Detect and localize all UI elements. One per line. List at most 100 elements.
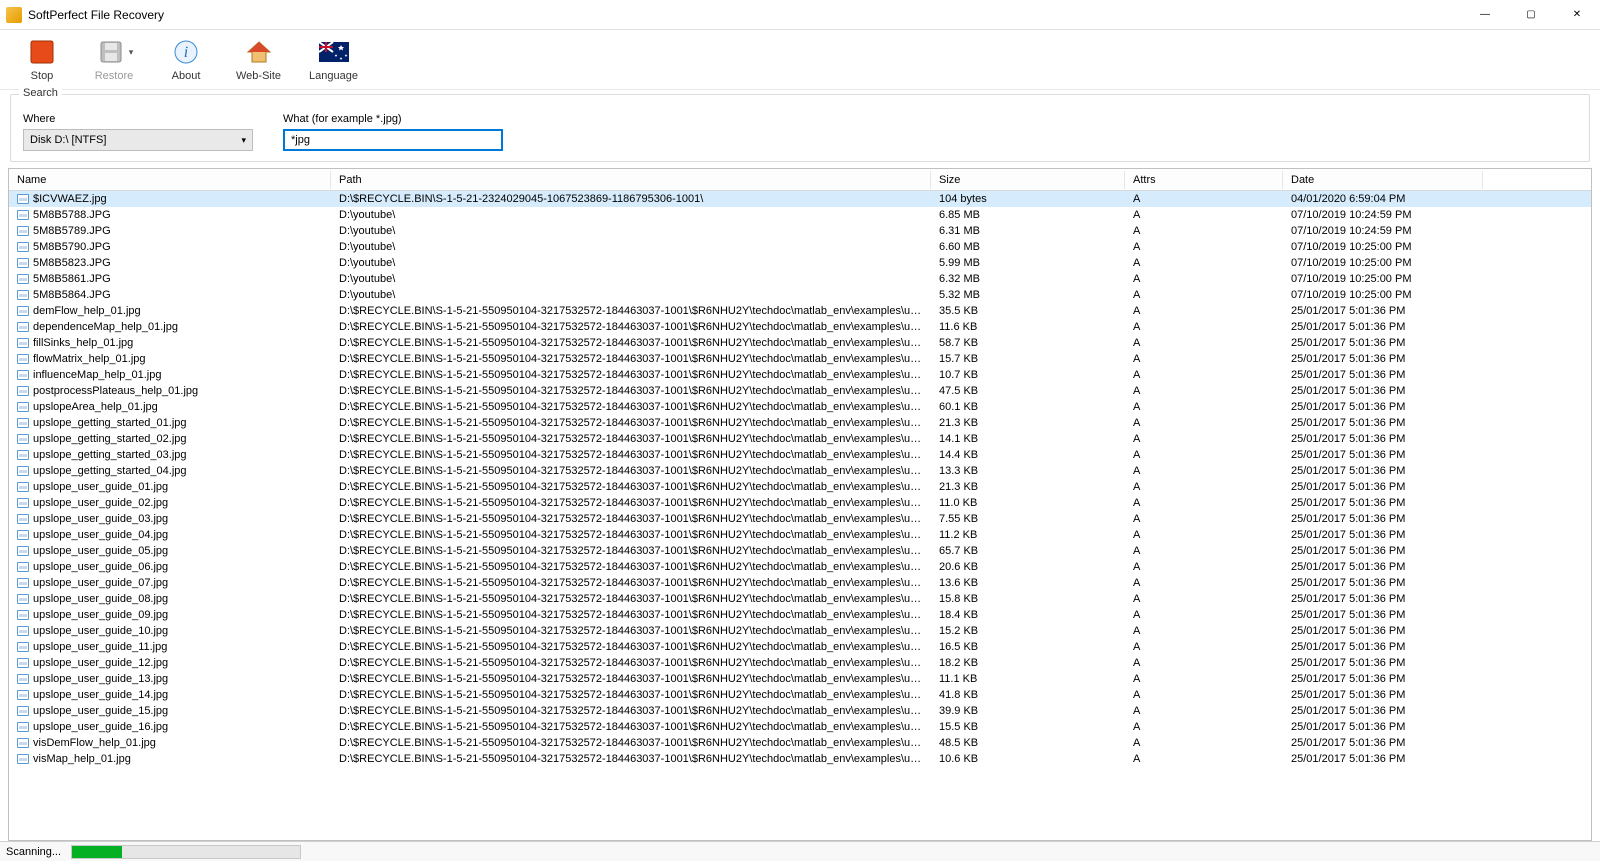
cell-attr: A (1125, 625, 1283, 637)
table-row[interactable]: upslope_user_guide_14.jpgD:\$RECYCLE.BIN… (9, 687, 1591, 703)
cell-name: postprocessPlateaus_help_01.jpg (33, 385, 198, 397)
table-row[interactable]: visDemFlow_help_01.jpgD:\$RECYCLE.BIN\S-… (9, 735, 1591, 751)
cell-date: 25/01/2017 5:01:36 PM (1283, 705, 1483, 717)
table-row[interactable]: upslope_user_guide_12.jpgD:\$RECYCLE.BIN… (9, 655, 1591, 671)
table-row[interactable]: flowMatrix_help_01.jpgD:\$RECYCLE.BIN\S-… (9, 351, 1591, 367)
cell-path: D:\youtube\ (331, 241, 931, 253)
table-row[interactable]: demFlow_help_01.jpgD:\$RECYCLE.BIN\S-1-5… (9, 303, 1591, 319)
col-date[interactable]: Date (1283, 171, 1483, 189)
cell-name: upslope_user_guide_08.jpg (33, 593, 168, 605)
language-label: Language (309, 70, 358, 82)
file-icon (17, 498, 29, 508)
table-row[interactable]: upslope_user_guide_07.jpgD:\$RECYCLE.BIN… (9, 575, 1591, 591)
cell-name: upslope_user_guide_14.jpg (33, 689, 168, 701)
cell-date: 25/01/2017 5:01:36 PM (1283, 737, 1483, 749)
restore-button[interactable]: ▾ Restore (92, 36, 136, 82)
cell-name: upslope_user_guide_07.jpg (33, 577, 168, 589)
cell-name: upslope_getting_started_01.jpg (33, 417, 187, 429)
results-table: Name Path Size Attrs Date $ICVWAEZ.jpgD:… (8, 168, 1592, 841)
file-icon (17, 658, 29, 668)
table-row[interactable]: upslope_user_guide_04.jpgD:\$RECYCLE.BIN… (9, 527, 1591, 543)
table-body[interactable]: $ICVWAEZ.jpgD:\$RECYCLE.BIN\S-1-5-21-232… (9, 191, 1591, 840)
cell-date: 25/01/2017 5:01:36 PM (1283, 337, 1483, 349)
cell-attr: A (1125, 369, 1283, 381)
table-row[interactable]: 5M8B5788.JPGD:\youtube\6.85 MBA07/10/201… (9, 207, 1591, 223)
cell-size: 14.1 KB (931, 433, 1125, 445)
cell-attr: A (1125, 273, 1283, 285)
minimize-button[interactable]: — (1462, 0, 1508, 30)
cell-attr: A (1125, 321, 1283, 333)
cell-path: D:\$RECYCLE.BIN\S-1-5-21-550950104-32175… (331, 593, 931, 605)
cell-size: 15.2 KB (931, 625, 1125, 637)
cell-date: 07/10/2019 10:24:59 PM (1283, 225, 1483, 237)
col-name[interactable]: Name (9, 171, 331, 189)
cell-size: 11.1 KB (931, 673, 1125, 685)
website-button[interactable]: Web-Site (236, 36, 281, 82)
table-row[interactable]: upslope_user_guide_09.jpgD:\$RECYCLE.BIN… (9, 607, 1591, 623)
cell-date: 25/01/2017 5:01:36 PM (1283, 593, 1483, 605)
table-row[interactable]: 5M8B5790.JPGD:\youtube\6.60 MBA07/10/201… (9, 239, 1591, 255)
table-row[interactable]: upslope_user_guide_05.jpgD:\$RECYCLE.BIN… (9, 543, 1591, 559)
about-button[interactable]: i About (164, 36, 208, 82)
table-row[interactable]: $ICVWAEZ.jpgD:\$RECYCLE.BIN\S-1-5-21-232… (9, 191, 1591, 207)
cell-path: D:\$RECYCLE.BIN\S-1-5-21-550950104-32175… (331, 753, 931, 765)
cell-size: 58.7 KB (931, 337, 1125, 349)
file-icon (17, 482, 29, 492)
cell-date: 25/01/2017 5:01:36 PM (1283, 369, 1483, 381)
table-row[interactable]: upslope_user_guide_15.jpgD:\$RECYCLE.BIN… (9, 703, 1591, 719)
table-row[interactable]: upslope_user_guide_13.jpgD:\$RECYCLE.BIN… (9, 671, 1591, 687)
table-row[interactable]: upslope_getting_started_03.jpgD:\$RECYCL… (9, 447, 1591, 463)
progress-bar (71, 845, 301, 859)
cell-size: 47.5 KB (931, 385, 1125, 397)
table-row[interactable]: upslope_user_guide_11.jpgD:\$RECYCLE.BIN… (9, 639, 1591, 655)
close-button[interactable]: ✕ (1554, 0, 1600, 30)
table-row[interactable]: upslope_user_guide_10.jpgD:\$RECYCLE.BIN… (9, 623, 1591, 639)
file-icon (17, 338, 29, 348)
table-row[interactable]: 5M8B5789.JPGD:\youtube\6.31 MBA07/10/201… (9, 223, 1591, 239)
file-icon (17, 610, 29, 620)
cell-path: D:\$RECYCLE.BIN\S-1-5-21-550950104-32175… (331, 337, 931, 349)
col-size[interactable]: Size (931, 171, 1125, 189)
table-row[interactable]: dependenceMap_help_01.jpgD:\$RECYCLE.BIN… (9, 319, 1591, 335)
cell-name: $ICVWAEZ.jpg (33, 193, 107, 205)
table-row[interactable]: 5M8B5823.JPGD:\youtube\5.99 MBA07/10/201… (9, 255, 1591, 271)
where-value: Disk D:\ [NTFS] (30, 134, 106, 146)
cell-name: visMap_help_01.jpg (33, 753, 131, 765)
cell-attr: A (1125, 305, 1283, 317)
status-text: Scanning... (6, 846, 61, 858)
table-row[interactable]: visMap_help_01.jpg D:\$RECYCLE.BIN\S-1-5-… (9, 751, 1591, 767)
cell-name: upslope_user_guide_02.jpg (33, 497, 168, 509)
cell-path: D:\$RECYCLE.BIN\S-1-5-21-550950104-32175… (331, 641, 931, 653)
table-row[interactable]: upslope_getting_started_04.jpgD:\$RECYCL… (9, 463, 1591, 479)
cell-date: 07/10/2019 10:25:00 PM (1283, 289, 1483, 301)
table-row[interactable]: upslope_user_guide_03.jpgD:\$RECYCLE.BIN… (9, 511, 1591, 527)
table-row[interactable]: 5M8B5861.JPGD:\youtube\6.32 MBA07/10/201… (9, 271, 1591, 287)
table-row[interactable]: upslope_getting_started_02.jpgD:\$RECYCL… (9, 431, 1591, 447)
table-row[interactable]: fillSinks_help_01.jpgD:\$RECYCLE.BIN\S-1… (9, 335, 1591, 351)
table-row[interactable]: postprocessPlateaus_help_01.jpgD:\$RECYC… (9, 383, 1591, 399)
cell-name: upslope_user_guide_10.jpg (33, 625, 168, 637)
what-label: What (for example *.jpg) (283, 113, 503, 125)
maximize-button[interactable]: ▢ (1508, 0, 1554, 30)
table-row[interactable]: upslope_user_guide_16.jpgD:\$RECYCLE.BIN… (9, 719, 1591, 735)
language-button[interactable]: Language (309, 36, 358, 82)
col-attrs[interactable]: Attrs (1125, 171, 1283, 189)
file-icon (17, 306, 29, 316)
table-row[interactable]: upslope_user_guide_08.jpg D:\$RECYCLE.BIN… (9, 591, 1591, 607)
cell-name: upslope_user_guide_06.jpg (33, 561, 168, 573)
table-row[interactable]: upslopeArea_help_01.jpgD:\$RECYCLE.BIN\S… (9, 399, 1591, 415)
stop-button[interactable]: Stop (20, 36, 64, 82)
cell-date: 25/01/2017 5:01:36 PM (1283, 353, 1483, 365)
what-input[interactable] (283, 129, 503, 151)
col-path[interactable]: Path (331, 171, 931, 189)
where-combo[interactable]: Disk D:\ [NTFS] ▾ (23, 129, 253, 151)
table-row[interactable]: upslope_user_guide_06.jpgD:\$RECYCLE.BIN… (9, 559, 1591, 575)
table-row[interactable]: upslope_user_guide_02.jpgD:\$RECYCLE.BIN… (9, 495, 1591, 511)
cell-size: 104 bytes (931, 193, 1125, 205)
table-row[interactable]: influenceMap_help_01.jpgD:\$RECYCLE.BIN\… (9, 367, 1591, 383)
table-row[interactable]: 5M8B5864.JPGD:\youtube\5.32 MBA07/10/201… (9, 287, 1591, 303)
table-row[interactable]: upslope_getting_started_01.jpgD:\$RECYCL… (9, 415, 1591, 431)
file-icon (17, 706, 29, 716)
table-row[interactable]: upslope_user_guide_01.jpgD:\$RECYCLE.BIN… (9, 479, 1591, 495)
cell-path: D:\$RECYCLE.BIN\S-1-5-21-550950104-32175… (331, 433, 931, 445)
